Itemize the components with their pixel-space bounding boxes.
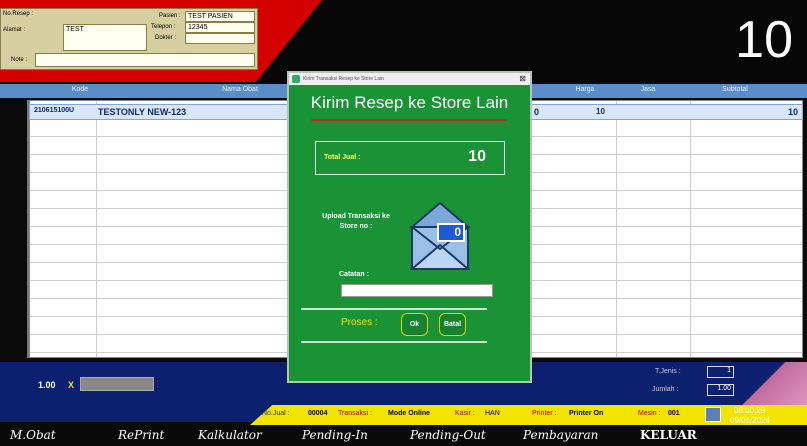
pencil-icon bbox=[292, 75, 300, 83]
nojual-value: 00004 bbox=[308, 410, 328, 417]
row-subtotal: 10 bbox=[787, 107, 798, 117]
no-resep-label: No.Resep : bbox=[3, 11, 34, 17]
pharmacy-pos-window: No.Resep : Alamat : TEST Pasien : TEST P… bbox=[0, 0, 807, 446]
mesin-value: 001 bbox=[668, 410, 680, 417]
menu-pending-out[interactable]: Pending-Out bbox=[410, 428, 486, 442]
clock-time: 08:00:29 bbox=[734, 406, 766, 415]
qty-display: 1.00 bbox=[38, 380, 56, 390]
item-count-display: 10 bbox=[735, 11, 793, 69]
transaksi-value: Mode Online bbox=[388, 410, 430, 417]
mesin-label: Mesin : bbox=[638, 410, 661, 417]
menu-keluar[interactable]: KELUAR bbox=[640, 428, 697, 442]
telepon-label: Telepon : bbox=[151, 24, 176, 30]
menu-m-obat[interactable]: M.Obat bbox=[10, 428, 56, 442]
nojual-label: No.Jual : bbox=[262, 410, 290, 417]
total-value: 10 bbox=[468, 148, 486, 165]
telepon-field[interactable]: 12345 bbox=[185, 22, 255, 33]
scan-input[interactable] bbox=[80, 377, 154, 391]
dialog-window-title: Kirim Transaksi Resep ke Store Lain bbox=[303, 76, 384, 82]
store-number-input[interactable]: 0 bbox=[437, 223, 465, 242]
row-harga: 10 bbox=[596, 107, 605, 116]
menu-reprint[interactable]: RePrint bbox=[118, 428, 164, 442]
col-kode: Kode bbox=[71, 86, 89, 93]
row-qty: 0 bbox=[534, 107, 540, 117]
total-jual-box: Total Jual : 10 bbox=[315, 141, 505, 175]
patient-info-panel: No.Resep : Alamat : TEST Pasien : TEST P… bbox=[0, 8, 258, 70]
clock-date: 09/01/2024 bbox=[730, 416, 771, 425]
col-jasa: Jasa bbox=[640, 86, 656, 93]
dokter-label: Dokter : bbox=[155, 35, 177, 41]
menu-kalkulator[interactable]: Kalkulator bbox=[198, 428, 262, 442]
multiply-label: X bbox=[68, 380, 75, 390]
dokter-field[interactable] bbox=[185, 33, 255, 44]
proses-label: Proses : bbox=[341, 317, 378, 328]
pasien-field[interactable]: TEST PASIEN bbox=[185, 11, 255, 22]
pasien-label: Pasien : bbox=[159, 13, 181, 19]
col-harga: Harga bbox=[575, 86, 595, 93]
batal-button[interactable]: Batal bbox=[439, 313, 466, 336]
upload-label: Upload Transaksi ke Store no : bbox=[322, 213, 390, 230]
title-underline bbox=[311, 119, 507, 121]
jumlah-value: 1.00 bbox=[707, 384, 734, 396]
dialog-titlebar: Kirim Transaksi Resep ke Store Lain ⊠ bbox=[289, 73, 530, 85]
catatan-label: Catatan : bbox=[339, 271, 369, 278]
kasir-label: Kasir : bbox=[455, 410, 475, 417]
printer-icon[interactable] bbox=[705, 407, 721, 422]
note-field[interactable] bbox=[35, 53, 255, 67]
col-subtotal: Subtotal bbox=[722, 86, 748, 93]
col-nama-obat: Nama Obat bbox=[222, 86, 258, 93]
catatan-input[interactable] bbox=[341, 284, 493, 297]
header-dark-panel bbox=[256, 0, 807, 82]
divider-top bbox=[301, 308, 487, 310]
divider-bottom bbox=[301, 341, 487, 343]
printer-label: Printer : bbox=[532, 410, 557, 417]
kasir-value: HAN bbox=[485, 410, 500, 417]
transaksi-label: Transaksi : bbox=[338, 410, 372, 417]
note-label: Note : bbox=[11, 57, 28, 63]
menu-pembayaran[interactable]: Pembayaran bbox=[523, 428, 598, 442]
ok-button[interactable]: Ok bbox=[401, 313, 428, 336]
jumlah-label: Jumlah : bbox=[652, 386, 679, 393]
tjenis-label: T.Jenis : bbox=[655, 368, 681, 375]
dialog-title: Kirim Resep ke Store Lain bbox=[310, 93, 509, 112]
tjenis-value: 1 bbox=[707, 366, 734, 378]
function-menu: M.Obat RePrint Kalkulator Pending-In Pen… bbox=[0, 425, 807, 446]
row-nama: TESTONLY NEW-123 bbox=[98, 107, 187, 117]
printer-value: Printer On bbox=[569, 410, 604, 417]
status-bar: No.Jual : 00004 Transaksi : Mode Online … bbox=[250, 405, 807, 425]
total-label: Total Jual : bbox=[324, 154, 361, 161]
send-prescription-dialog: Kirim Transaksi Resep ke Store Lain ⊠ Ki… bbox=[287, 71, 532, 383]
alamat-field[interactable]: TEST bbox=[63, 24, 147, 51]
dialog-close-button[interactable]: ⊠ bbox=[519, 74, 526, 83]
alamat-label: Alamat : bbox=[3, 27, 26, 33]
row-kode: 210615100U bbox=[34, 107, 75, 114]
menu-pending-in[interactable]: Pending-In bbox=[302, 428, 368, 442]
